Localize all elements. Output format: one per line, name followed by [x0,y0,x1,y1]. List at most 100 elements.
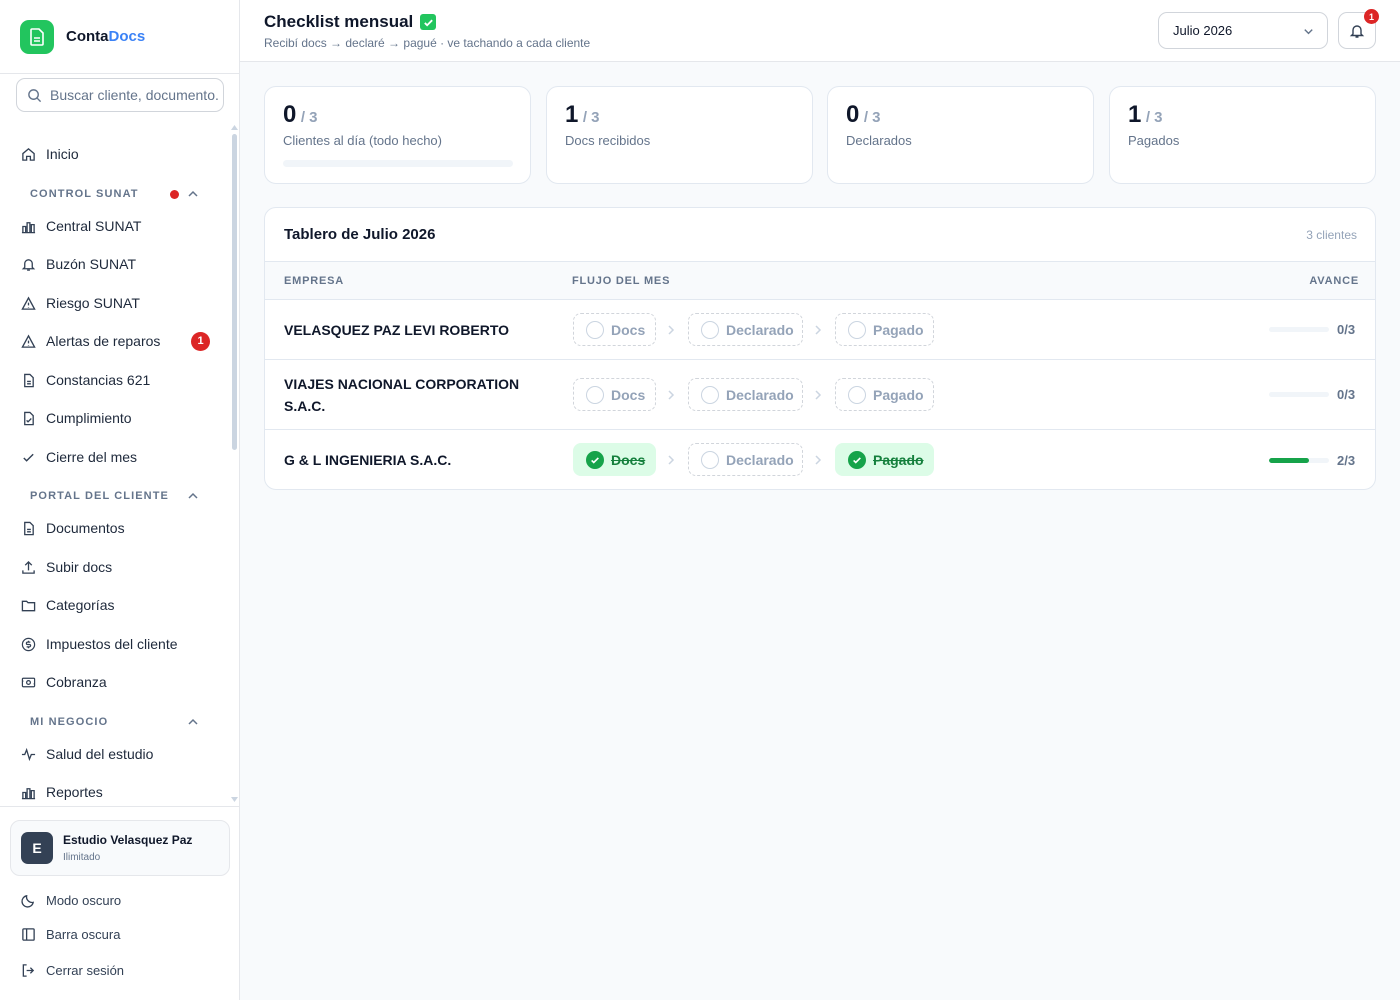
user-plan: Ilimitado [63,852,101,863]
step-declarado-toggle[interactable]: Declarado [688,313,803,346]
row-progress-bar [1269,392,1329,397]
section-title-mi-negocio: MI NEGOCIO [30,716,109,728]
check-circle-icon [848,450,866,469]
row-progress-text: 0/3 [1337,387,1356,402]
sidebar-item-label: Central SUNAT [46,218,142,234]
sidebar-item-alertas-reparos[interactable]: Alertas de reparos 1 [0,326,232,356]
alert-dot [170,190,179,199]
chevron-up-icon[interactable] [186,489,200,503]
user-card[interactable]: E Estudio Velasquez Paz Ilimitado [10,820,230,876]
sidebar-item-inicio[interactable]: Inicio [0,139,232,169]
step-pagado-toggle[interactable]: Pagado [835,378,934,411]
alert-count-badge: 1 [191,331,210,351]
section-title-portal-cliente: PORTAL DEL CLIENTE [30,490,169,502]
sidebar-scroll-thumb[interactable] [232,134,237,450]
sidebar-item-buzon-sunat[interactable]: Buzón SUNAT [0,249,232,279]
sidebar-item-label: Categorías [46,597,115,613]
stat-total: / 3 [300,109,318,126]
stat-card-clientes-al-dia: 0 / 3 Clientes al día (todo hecho) [264,86,531,184]
page-title: Checklist mensual [264,12,437,32]
empty-circle-icon [848,385,866,404]
sidebar-item-label: Salud del estudio [46,746,154,762]
upload-icon [20,559,36,575]
chevron-up-icon[interactable] [186,715,200,729]
sidebar-item-impuestos-cliente[interactable]: Impuestos del cliente [0,629,232,659]
empty-circle-icon [848,320,866,339]
sidebar-item-label: Constancias 621 [46,372,151,388]
section-title-control-sunat: CONTROL SUNAT [30,188,139,200]
sidebar-item-central-sunat[interactable]: Central SUNAT [0,211,232,241]
activity-icon [20,746,36,762]
stat-card-pagados: 1 / 3 Pagados [1109,86,1376,184]
sidebar-item-label: Impuestos del cliente [46,636,178,652]
empty-circle-icon [586,385,604,404]
empty-circle-icon [701,385,719,404]
month-select[interactable]: Julio 2026 [1158,12,1328,49]
sidebar-item-salud-estudio[interactable]: Salud del estudio [0,739,232,769]
column-header-flujo: FLUJO DEL MES [572,275,671,287]
sidebar-item-cierre-mes[interactable]: Cierre del mes [0,442,232,472]
row-progress-text: 2/3 [1337,452,1356,468]
scroll-up-icon[interactable] [231,124,238,130]
chevron-right-icon [815,455,822,465]
step-label: Declarado [726,386,794,403]
chevron-up-icon[interactable] [186,187,200,201]
sidebar-item-documentos[interactable]: Documentos [0,513,232,543]
step-docs-toggle[interactable]: Docs [573,378,656,411]
brand[interactable]: ContaDocs [0,0,239,74]
board-title: Tablero de Julio 2026 [284,226,436,243]
dark-mode-toggle[interactable]: Modo oscuro [0,886,240,914]
scroll-down-icon[interactable] [231,797,238,803]
stat-value: 0 [283,101,297,128]
logout-button[interactable]: Cerrar sesión [0,956,240,984]
step-label: Pagado [873,321,924,338]
stat-label: Docs recibidos [565,133,651,148]
step-pagado-toggle[interactable]: Pagado [835,443,934,476]
sidebar-item-label: Cobranza [46,674,107,690]
dollar-circle-icon [20,636,36,652]
file-icon [20,372,36,388]
notification-count-badge: 1 [1364,9,1379,24]
search-box[interactable] [16,78,224,112]
chevron-right-icon [815,390,822,400]
sidebar-item-label: Alertas de reparos [46,333,161,349]
step-declarado-toggle[interactable]: Declarado [688,443,803,476]
sidebar-item-reportes[interactable]: Reportes [0,777,232,807]
stat-total: / 3 [863,109,881,126]
search-icon [28,88,42,102]
month-select-value: Julio 2026 [1173,23,1233,38]
sidebar-item-label: Reportes [46,784,103,800]
search-input[interactable] [50,87,220,103]
moon-icon [20,892,36,908]
stat-card-declarados: 0 / 3 Declarados [827,86,1094,184]
step-label: Docs [611,451,646,468]
sidebar-layout-icon [20,926,36,942]
row-progress-text: 0/3 [1337,322,1356,337]
step-docs-toggle[interactable]: Docs [573,313,656,346]
folder-icon [20,597,36,613]
sidebar-item-label: Documentos [46,520,125,536]
file-icon [20,520,36,536]
sidebar-item-riesgo-sunat[interactable]: Riesgo SUNAT [0,288,232,318]
table-row: VIAJES NACIONAL CORPORATION S.A.C. Docs De… [265,360,1375,430]
dark-sidebar-toggle[interactable]: Barra oscura [0,920,240,948]
checkmark-icon [420,14,437,30]
sidebar-item-subir-docs[interactable]: Subir docs [0,552,232,582]
sidebar-item-constancias[interactable]: Constancias 621 [0,365,232,395]
notifications-button[interactable]: 1 [1338,9,1379,49]
sidebar-item-cumplimiento[interactable]: Cumplimiento [0,403,232,433]
sidebar-item-categorias[interactable]: Categorías [0,590,232,620]
company-name: G & L INGENIERIA S.A.C. [284,452,452,468]
client-count: 3 clientes [1306,228,1357,242]
page-header: Checklist mensual Recibí docs → declaré … [240,0,1400,62]
stat-label: Clientes al día (todo hecho) [283,133,442,148]
step-pagado-toggle[interactable]: Pagado [835,313,934,346]
step-declarado-toggle[interactable]: Declarado [688,378,803,411]
brand-name: ContaDocs [66,28,146,45]
step-docs-toggle[interactable]: Docs [573,443,656,476]
dark-mode-label: Modo oscuro [46,892,122,908]
company-name: VIAJES NACIONAL CORPORATION S.A.C. [284,376,520,414]
stat-label: Pagados [1128,133,1180,148]
chevron-down-icon [1304,29,1313,35]
sidebar-item-cobranza[interactable]: Cobranza [0,667,232,697]
